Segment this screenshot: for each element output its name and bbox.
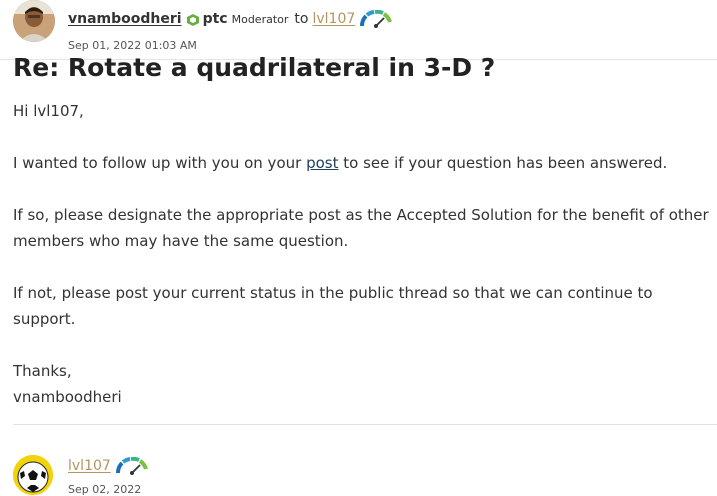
paragraph-if-so: If so, please designate the appropriate …	[13, 206, 709, 250]
post-link[interactable]: post	[306, 154, 338, 172]
to-label: to	[294, 11, 309, 27]
ptc-badge-icon	[186, 12, 200, 26]
paragraph-follow-up: I wanted to follow up with you on your p…	[13, 150, 713, 176]
greeting: Hi lvl107,	[13, 102, 84, 120]
role-label: Moderator	[231, 12, 289, 26]
signature: vnamboodheri	[13, 388, 122, 406]
post-body: Hi lvl107, I wanted to follow up with yo…	[13, 98, 713, 410]
post-title: Re: Rotate a quadrilateral in 3-D ?	[13, 53, 496, 82]
author-line: vnamboodheri ptc Moderator to lvl107	[68, 9, 393, 29]
post-date: Sep 01, 2022 01:03 AM	[68, 39, 197, 52]
recipient-link[interactable]: lvl107	[312, 11, 355, 27]
reply-author-link[interactable]: lvl107	[68, 458, 111, 474]
company-label: ptc	[202, 11, 228, 27]
paragraph-follow-up-start: I wanted to follow up with you on your	[13, 154, 307, 172]
rank-gauge-icon	[359, 9, 393, 28]
reply-author-line: lvl107	[68, 456, 149, 475]
paragraph-if-not: If not, please post your current status …	[13, 284, 653, 328]
author-link[interactable]: vnamboodheri	[68, 11, 182, 27]
reply-author-avatar[interactable]	[13, 455, 53, 495]
paragraph-follow-up-end: to see if your question has been answere…	[338, 154, 668, 172]
closing: Thanks,	[13, 362, 72, 380]
author-avatar[interactable]	[13, 0, 55, 42]
reply-date: Sep 02, 2022	[68, 483, 142, 496]
reply-rank-gauge-icon	[115, 456, 149, 475]
post-divider	[13, 424, 717, 425]
post-header: vnamboodheri ptc Moderator to lvl107 Sep…	[0, 0, 717, 60]
